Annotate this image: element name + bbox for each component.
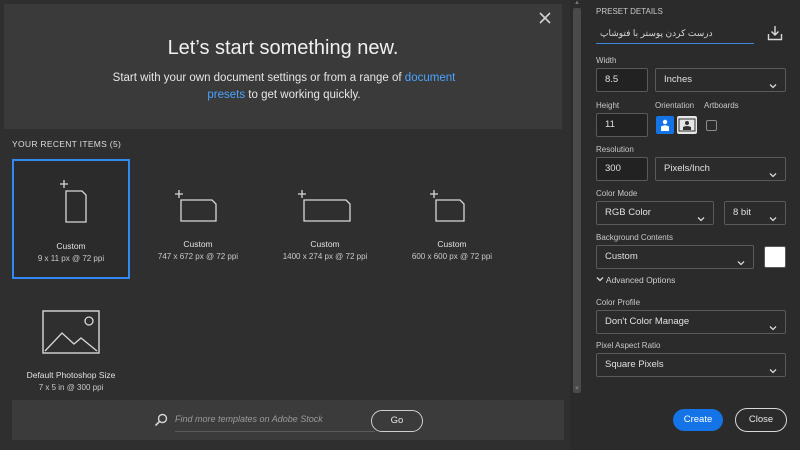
resolution-label: Resolution [596, 145, 634, 154]
background-contents-select[interactable]: Custom [596, 245, 754, 269]
search-icon [154, 413, 168, 427]
pixel-aspect-ratio-value: Square Pixels [605, 359, 664, 370]
hero-banner: Let’s start something new. Start with yo… [4, 4, 562, 129]
create-button[interactable]: Create [673, 409, 723, 431]
recent-item-name: Custom [183, 239, 213, 249]
chevron-down-icon [596, 277, 604, 282]
width-input[interactable]: 8.5 [596, 68, 648, 92]
new-document-left-panel: Let’s start something new. Start with yo… [0, 0, 570, 450]
chevron-down-icon [769, 77, 777, 89]
color-profile-select[interactable]: Don't Color Manage [596, 310, 786, 334]
advanced-options-toggle[interactable]: Advanced Options [596, 275, 675, 285]
hero-subtitle-text-end: to get working quickly. [245, 89, 361, 101]
chevron-down-icon [697, 210, 705, 222]
close-button[interactable]: Close [735, 408, 787, 432]
background-contents-value: Custom [605, 251, 638, 262]
recent-item-dims: 600 x 600 px @ 72 ppi [411, 252, 493, 261]
hero-subtitle-text: Start with your own document settings or… [112, 72, 405, 84]
preset-name-input[interactable]: درست کردن پوستر با فتوشاپ [596, 22, 754, 44]
recent-item-dims: 9 x 11 px @ 72 ppi [37, 254, 105, 263]
preset-details-heading: PRESET DETAILS [596, 7, 663, 16]
recent-item-name: Custom [437, 239, 467, 249]
recent-item[interactable]: Custom 600 x 600 px @ 72 ppi [393, 159, 511, 279]
orientation-label: Orientation [655, 101, 695, 110]
save-preset-icon[interactable] [767, 25, 783, 41]
color-mode-value: RGB Color [605, 207, 651, 218]
width-label: Width [596, 56, 617, 65]
width-unit-select[interactable]: Inches [655, 68, 786, 92]
recent-item-dims: 1400 x 274 px @ 72 ppi [282, 252, 368, 261]
image-icon [12, 308, 130, 358]
chevron-down-icon [769, 166, 777, 178]
resolution-unit-value: Pixels/Inch [664, 163, 710, 174]
pixel-aspect-ratio-select[interactable]: Square Pixels [596, 353, 786, 377]
height-label: Height [596, 101, 620, 110]
recent-item-name: Custom [56, 241, 86, 251]
color-profile-value: Don't Color Manage [605, 316, 690, 327]
resolution-input[interactable]: 300 [596, 157, 648, 181]
pixel-aspect-ratio-label: Pixel Aspect Ratio [596, 341, 661, 350]
recent-item-dims: 7 x 5 in @ 300 ppi [38, 383, 104, 392]
stock-search-bar: Find more templates on Adobe Stock Go [12, 400, 564, 440]
color-mode-label: Color Mode [596, 189, 638, 198]
artboards-label: Artboards [704, 101, 739, 110]
recent-item[interactable]: Custom 747 x 672 px @ 72 ppi [139, 159, 257, 279]
recent-item-name: Custom [310, 239, 340, 249]
scrollbar-thumb[interactable] [573, 8, 581, 393]
recent-item-dims: 747 x 672 px @ 72 ppi [157, 252, 239, 261]
height-input[interactable]: 11 [596, 113, 648, 137]
go-button[interactable]: Go [371, 410, 423, 432]
chevron-down-icon [769, 319, 777, 331]
recent-item[interactable]: Custom 1400 x 274 px @ 72 ppi [266, 159, 384, 279]
recent-items-heading: YOUR RECENT ITEMS (5) [12, 139, 122, 149]
chevron-down-icon [737, 254, 745, 266]
document-icon [266, 173, 384, 223]
stock-search-input[interactable]: Find more templates on Adobe Stock [175, 410, 375, 432]
portrait-orientation-icon[interactable] [656, 116, 674, 134]
color-mode-select[interactable]: RGB Color [596, 201, 714, 225]
resolution-unit-select[interactable]: Pixels/Inch [655, 157, 786, 181]
document-icon [14, 175, 128, 225]
background-contents-label: Background Contents [596, 233, 673, 242]
background-color-swatch[interactable] [764, 246, 786, 268]
close-icon[interactable] [538, 12, 552, 26]
chevron-down-icon [769, 210, 777, 222]
scroll-up-arrow-icon[interactable]: ▲ [573, 0, 581, 6]
scroll-down-arrow-icon[interactable]: ▼ [573, 386, 581, 392]
preset-details-panel: PRESET DETAILS درست کردن پوستر با فتوشاپ… [584, 0, 800, 450]
bit-depth-value: 8 bit [733, 207, 751, 218]
width-unit-value: Inches [664, 74, 692, 85]
bit-depth-select[interactable]: 8 bit [724, 201, 786, 225]
chevron-down-icon [769, 362, 777, 374]
recent-item[interactable]: Default Photoshop Size 7 x 5 in @ 300 pp… [12, 290, 130, 410]
recent-item-name: Default Photoshop Size [26, 370, 116, 380]
document-icon [139, 173, 257, 223]
hero-subtitle: Start with your own document settings or… [94, 70, 474, 104]
landscape-orientation-icon[interactable] [677, 116, 697, 134]
recent-item[interactable]: Custom 9 x 11 px @ 72 ppi [12, 159, 130, 279]
artboards-checkbox[interactable] [706, 120, 717, 131]
color-profile-label: Color Profile [596, 298, 641, 307]
advanced-options-label: Advanced Options [605, 275, 676, 285]
document-icon [393, 173, 511, 223]
hero-title: Let’s start something new. [167, 37, 399, 59]
